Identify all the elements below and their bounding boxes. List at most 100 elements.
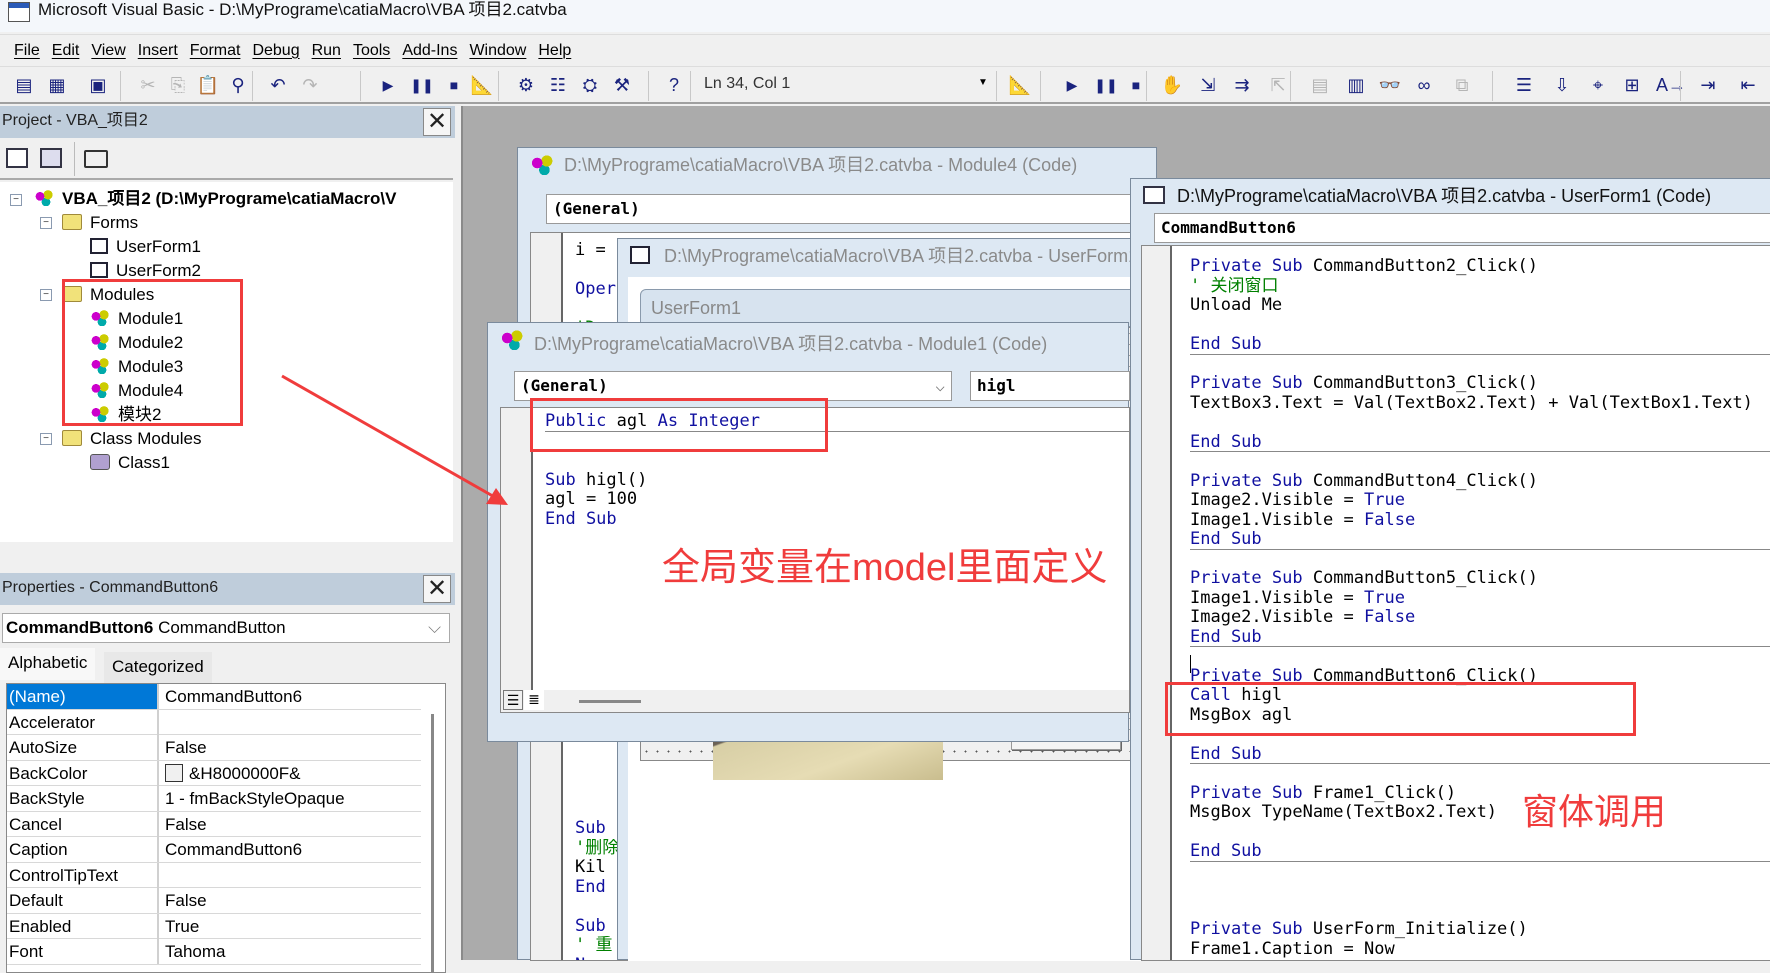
step-out-icon[interactable]: ⇱: [1266, 73, 1290, 97]
collapse-toggle[interactable]: −: [40, 433, 52, 445]
toolbar-dropdown-icon[interactable]: ▼: [978, 77, 988, 88]
property-value[interactable]: False: [162, 888, 207, 913]
call-stack-icon[interactable]: ⧉: [1450, 73, 1474, 97]
menu-edit[interactable]: Edit: [52, 42, 80, 60]
property-row[interactable]: Default False: [7, 888, 421, 914]
menu-insert[interactable]: Insert: [138, 42, 178, 60]
designer-title[interactable]: D:\MyPrograme\catiaMacro\VBA 项目2.catvba …: [618, 239, 1156, 273]
indent-icon[interactable]: ⇥: [1696, 73, 1720, 97]
reset-icon[interactable]: ■: [442, 73, 466, 97]
collapse-toggle[interactable]: −: [40, 217, 52, 229]
menu-tools[interactable]: Tools: [353, 42, 390, 60]
quick-info-icon[interactable]: ⌖: [1586, 73, 1610, 97]
property-value[interactable]: 1 - fmBackStyleOpaque: [162, 786, 345, 811]
property-value[interactable]: CommandButton6: [162, 837, 302, 862]
step-over-icon[interactable]: ⇉: [1230, 73, 1254, 97]
property-value[interactable]: CommandButton6: [162, 684, 302, 709]
property-value[interactable]: False: [162, 735, 207, 760]
menu-view[interactable]: View: [91, 42, 125, 60]
run-icon[interactable]: ▶: [376, 73, 400, 97]
userform1-code-title[interactable]: D:\MyPrograme\catiaMacro\VBA 项目2.catvba …: [1131, 179, 1770, 213]
module1-object-combo[interactable]: (General) ⌵: [514, 371, 952, 401]
full-module-view-icon[interactable]: ≣: [524, 690, 544, 710]
watch-icon[interactable]: 👓: [1378, 73, 1402, 97]
property-row[interactable]: ControlTipText: [7, 862, 421, 888]
menu-file[interactable]: File: [14, 42, 40, 60]
property-row[interactable]: BackStyle 1 - fmBackStyleOpaque: [7, 786, 421, 812]
locals-icon[interactable]: ▤: [1308, 73, 1332, 97]
procedure-view-icon[interactable]: ☰: [503, 690, 523, 710]
chevron-down-icon[interactable]: ⌵: [935, 372, 945, 400]
module1-procedure-combo[interactable]: higl: [970, 371, 1130, 401]
save-icon[interactable]: ▣: [86, 73, 110, 97]
cut-icon[interactable]: ✂: [136, 73, 160, 97]
property-value[interactable]: Tahoma: [162, 939, 225, 964]
property-scrollbar[interactable]: [431, 714, 434, 972]
module4-object-combo[interactable]: (General): [546, 194, 1166, 224]
object-browser-icon[interactable]: ⛭: [578, 73, 602, 97]
panel-splitter[interactable]: [455, 106, 463, 960]
property-row[interactable]: (Name) CommandButton6: [7, 684, 421, 710]
break-icon[interactable]: ❚❚: [410, 73, 434, 97]
menu-debug[interactable]: Debug: [252, 42, 299, 60]
collapse-toggle[interactable]: −: [10, 194, 22, 206]
toggle-breakpoint-icon[interactable]: ✋: [1160, 73, 1184, 97]
complete-word-icon[interactable]: A→: [1656, 73, 1686, 97]
close-project-button[interactable]: ✕: [423, 108, 451, 136]
userform1-code-area[interactable]: Private Sub CommandButton2_Click() ' 关闭窗口…: [1141, 245, 1770, 961]
find-icon[interactable]: ⚲: [226, 73, 250, 97]
menu-window[interactable]: Window: [469, 42, 526, 60]
properties-icon[interactable]: ☷: [546, 73, 570, 97]
menu-run[interactable]: Run: [312, 42, 341, 60]
menu-help[interactable]: Help: [538, 42, 571, 60]
property-value[interactable]: False: [162, 812, 207, 837]
outdent-icon[interactable]: ⇤: [1736, 73, 1760, 97]
module1-title[interactable]: D:\MyPrograme\catiaMacro\VBA 项目2.catvba …: [488, 327, 1128, 361]
property-row[interactable]: Enabled True: [7, 913, 421, 939]
tab-alphabetic[interactable]: Alphabetic: [0, 648, 96, 680]
view-excel-icon[interactable]: ▤: [12, 73, 36, 97]
collapse-toggle[interactable]: −: [40, 289, 52, 301]
toolbox-icon[interactable]: ⚒: [610, 73, 634, 97]
project-explorer-icon[interactable]: ⚙: [514, 73, 538, 97]
list-properties-icon[interactable]: ☰: [1512, 73, 1536, 97]
immediate-icon[interactable]: ▥: [1344, 73, 1368, 97]
module4-title[interactable]: D:\MyPrograme\catiaMacro\VBA 项目2.catvba …: [518, 148, 1156, 182]
step-into-icon[interactable]: ⇲: [1196, 73, 1220, 97]
object-selector[interactable]: CommandButton6 CommandButton ⌵: [2, 613, 450, 643]
quick-watch-icon[interactable]: ∞: [1412, 73, 1436, 97]
break-icon[interactable]: ❚❚: [1094, 73, 1118, 97]
reset-icon[interactable]: ■: [1124, 73, 1148, 97]
project-root[interactable]: VBA_项目2 (D:\MyPrograme\catiaMacro\V: [34, 188, 396, 210]
tree-item[interactable]: Class1: [90, 452, 170, 474]
view-object-icon[interactable]: [40, 148, 62, 168]
horizontal-scrollbar[interactable]: [579, 700, 641, 703]
toggle-folders-icon[interactable]: [84, 150, 108, 168]
property-row[interactable]: Cancel False: [7, 811, 421, 837]
paste-icon[interactable]: 📋: [196, 73, 220, 97]
run-icon[interactable]: ▶: [1060, 73, 1084, 97]
property-row[interactable]: AutoSize False: [7, 735, 421, 761]
tab-categorized[interactable]: Categorized: [104, 652, 212, 684]
insert-userform-icon[interactable]: ▦: [45, 73, 69, 97]
help-icon[interactable]: ?: [662, 73, 686, 97]
folder-forms[interactable]: Forms: [62, 212, 138, 234]
view-code-icon[interactable]: [6, 148, 28, 168]
parameter-info-icon[interactable]: ⊞: [1620, 73, 1644, 97]
design-mode-icon[interactable]: 📐: [470, 73, 494, 97]
chevron-down-icon[interactable]: ⌵: [428, 614, 441, 642]
property-value[interactable]: &H8000000F&: [162, 761, 301, 786]
tree-item[interactable]: UserForm1: [90, 236, 201, 258]
design-mode-icon[interactable]: 📐: [1008, 73, 1032, 97]
property-row[interactable]: Font Tahoma: [7, 939, 421, 965]
property-row[interactable]: BackColor &H8000000F&: [7, 760, 421, 786]
list-constants-icon[interactable]: ⇩: [1550, 73, 1574, 97]
menu-add-ins[interactable]: Add-Ins: [402, 42, 457, 60]
property-row[interactable]: Accelerator: [7, 709, 421, 735]
copy-icon[interactable]: ⎘: [166, 73, 190, 97]
property-row[interactable]: Caption CommandButton6: [7, 837, 421, 863]
redo-icon[interactable]: ↷: [298, 73, 322, 97]
userform1-object-combo[interactable]: CommandButton6: [1154, 213, 1770, 243]
undo-icon[interactable]: ↶: [266, 73, 290, 97]
folder-class-modules[interactable]: Class Modules: [62, 428, 202, 450]
